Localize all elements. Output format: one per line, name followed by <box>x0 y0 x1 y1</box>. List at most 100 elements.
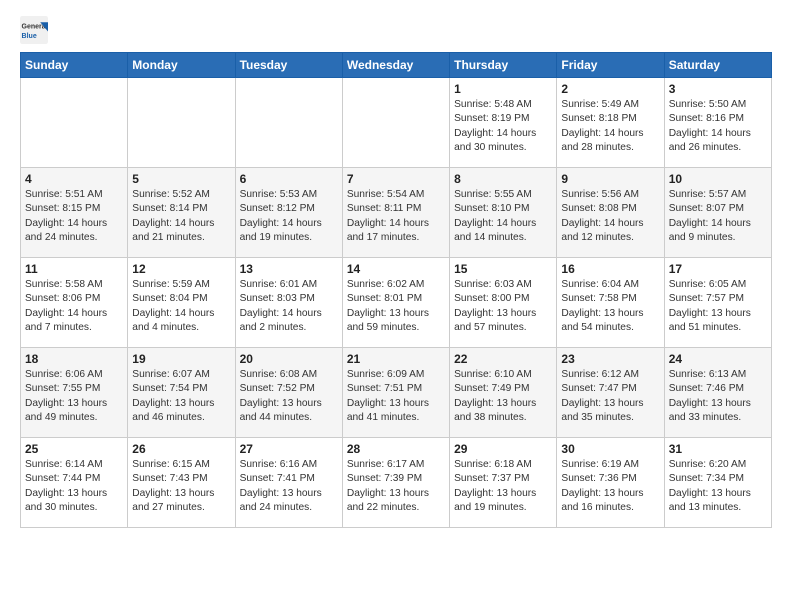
week-row-5: 25 Sunrise: 6:14 AMSunset: 7:44 PMDayligh… <box>21 438 772 528</box>
day-info: Sunrise: 6:09 AMSunset: 7:51 PMDaylight:… <box>347 368 445 425</box>
day-number: 29 <box>454 442 552 456</box>
day-info: Sunrise: 6:06 AMSunset: 7:55 PMDaylight:… <box>25 368 123 425</box>
day-info: Sunrise: 6:03 AMSunset: 8:00 PMDaylight:… <box>454 278 552 335</box>
day-cell: 5 Sunrise: 5:52 AMSunset: 8:14 PMDaylight… <box>128 168 235 258</box>
calendar-table: SundayMondayTuesdayWednesdayThursdayFrid… <box>20 52 772 528</box>
day-number: 11 <box>25 262 123 276</box>
header-row: SundayMondayTuesdayWednesdayThursdayFrid… <box>21 53 772 78</box>
day-info: Sunrise: 5:52 AMSunset: 8:14 PMDaylight:… <box>132 188 230 245</box>
day-cell: 8Sunrise: 5:55 AMSunset: 8:10 PMDaylight… <box>450 168 557 258</box>
header-friday: Friday <box>557 53 664 78</box>
day-number: 28 <box>347 442 445 456</box>
day-cell: 7 Sunrise: 5:54 AMSunset: 8:11 PMDaylight… <box>342 168 449 258</box>
day-info: Sunrise: 6:01 AMSunset: 8:03 PMDaylight:… <box>240 278 338 335</box>
day-info: Sunrise: 6:02 AMSunset: 8:01 PMDaylight:… <box>347 278 445 335</box>
day-info: Sunrise: 6:12 AMSunset: 7:47 PMDaylight:… <box>561 368 659 425</box>
day-info: Sunrise: 6:15 AMSunset: 7:43 PMDaylight:… <box>132 458 230 515</box>
day-info: Sunrise: 5:54 AMSunset: 8:11 PMDaylight:… <box>347 188 445 245</box>
day-number: 16 <box>561 262 659 276</box>
day-number: 7 <box>347 172 445 186</box>
header-wednesday: Wednesday <box>342 53 449 78</box>
day-cell: 1 Sunrise: 5:48 AMSunset: 8:19 PMDaylight… <box>450 78 557 168</box>
day-number: 27 <box>240 442 338 456</box>
day-info: Sunrise: 6:08 AMSunset: 7:52 PMDaylight:… <box>240 368 338 425</box>
day-cell: 4Sunrise: 5:51 AMSunset: 8:15 PMDaylight… <box>21 168 128 258</box>
day-cell: 16 Sunrise: 6:04 AMSunset: 7:58 PMDayligh… <box>557 258 664 348</box>
calendar-header: General Blue <box>20 16 772 44</box>
day-info: Sunrise: 6:07 AMSunset: 7:54 PMDaylight:… <box>132 368 230 425</box>
day-info: Sunrise: 6:19 AMSunset: 7:36 PMDaylight:… <box>561 458 659 515</box>
day-number: 10 <box>669 172 767 186</box>
day-info: Sunrise: 5:57 AMSunset: 8:07 PMDaylight:… <box>669 188 767 245</box>
day-cell: 17Sunrise: 6:05 AMSunset: 7:57 PMDayligh… <box>664 258 771 348</box>
header-monday: Monday <box>128 53 235 78</box>
logo: General Blue <box>20 16 52 44</box>
day-cell <box>128 78 235 168</box>
logo-icon: General Blue <box>20 16 48 44</box>
day-number: 13 <box>240 262 338 276</box>
day-cell <box>235 78 342 168</box>
day-number: 17 <box>669 262 767 276</box>
day-cell: 6Sunrise: 5:53 AMSunset: 8:12 PMDaylight… <box>235 168 342 258</box>
day-info: Sunrise: 5:53 AMSunset: 8:12 PMDaylight:… <box>240 188 338 245</box>
day-number: 14 <box>347 262 445 276</box>
day-number: 30 <box>561 442 659 456</box>
day-cell: 28 Sunrise: 6:17 AMSunset: 7:39 PMDayligh… <box>342 438 449 528</box>
day-number: 5 <box>132 172 230 186</box>
day-cell: 18 Sunrise: 6:06 AMSunset: 7:55 PMDayligh… <box>21 348 128 438</box>
week-row-3: 11 Sunrise: 5:58 AMSunset: 8:06 PMDayligh… <box>21 258 772 348</box>
header-sunday: Sunday <box>21 53 128 78</box>
week-row-1: 1 Sunrise: 5:48 AMSunset: 8:19 PMDaylight… <box>21 78 772 168</box>
day-cell: 31Sunrise: 6:20 AMSunset: 7:34 PMDayligh… <box>664 438 771 528</box>
day-cell: 21 Sunrise: 6:09 AMSunset: 7:51 PMDayligh… <box>342 348 449 438</box>
day-cell: 14 Sunrise: 6:02 AMSunset: 8:01 PMDayligh… <box>342 258 449 348</box>
day-cell <box>21 78 128 168</box>
week-row-4: 18 Sunrise: 6:06 AMSunset: 7:55 PMDayligh… <box>21 348 772 438</box>
day-info: Sunrise: 5:58 AMSunset: 8:06 PMDaylight:… <box>25 278 123 335</box>
day-number: 4 <box>25 172 123 186</box>
day-info: Sunrise: 6:10 AMSunset: 7:49 PMDaylight:… <box>454 368 552 425</box>
day-cell: 12Sunrise: 5:59 AMSunset: 8:04 PMDayligh… <box>128 258 235 348</box>
day-cell: 20 Sunrise: 6:08 AMSunset: 7:52 PMDayligh… <box>235 348 342 438</box>
day-number: 24 <box>669 352 767 366</box>
day-cell: 9 Sunrise: 5:56 AMSunset: 8:08 PMDaylight… <box>557 168 664 258</box>
day-cell: 30 Sunrise: 6:19 AMSunset: 7:36 PMDayligh… <box>557 438 664 528</box>
day-number: 25 <box>25 442 123 456</box>
day-number: 18 <box>25 352 123 366</box>
day-number: 26 <box>132 442 230 456</box>
day-info: Sunrise: 5:56 AMSunset: 8:08 PMDaylight:… <box>561 188 659 245</box>
day-cell: 25 Sunrise: 6:14 AMSunset: 7:44 PMDayligh… <box>21 438 128 528</box>
day-number: 1 <box>454 82 552 96</box>
day-cell: 29 Sunrise: 6:18 AMSunset: 7:37 PMDayligh… <box>450 438 557 528</box>
day-cell: 10 Sunrise: 5:57 AMSunset: 8:07 PMDayligh… <box>664 168 771 258</box>
day-cell <box>342 78 449 168</box>
svg-text:Blue: Blue <box>22 33 37 40</box>
header-tuesday: Tuesday <box>235 53 342 78</box>
day-info: Sunrise: 6:14 AMSunset: 7:44 PMDaylight:… <box>25 458 123 515</box>
day-cell: 15 Sunrise: 6:03 AMSunset: 8:00 PMDayligh… <box>450 258 557 348</box>
day-number: 19 <box>132 352 230 366</box>
week-row-2: 4Sunrise: 5:51 AMSunset: 8:15 PMDaylight… <box>21 168 772 258</box>
day-number: 23 <box>561 352 659 366</box>
day-cell: 26 Sunrise: 6:15 AMSunset: 7:43 PMDayligh… <box>128 438 235 528</box>
day-cell: 13 Sunrise: 6:01 AMSunset: 8:03 PMDayligh… <box>235 258 342 348</box>
day-number: 9 <box>561 172 659 186</box>
day-number: 8 <box>454 172 552 186</box>
day-info: Sunrise: 6:16 AMSunset: 7:41 PMDaylight:… <box>240 458 338 515</box>
day-number: 15 <box>454 262 552 276</box>
day-number: 12 <box>132 262 230 276</box>
day-number: 21 <box>347 352 445 366</box>
day-info: Sunrise: 6:18 AMSunset: 7:37 PMDaylight:… <box>454 458 552 515</box>
day-number: 20 <box>240 352 338 366</box>
day-info: Sunrise: 5:50 AMSunset: 8:16 PMDaylight:… <box>669 98 767 155</box>
day-info: Sunrise: 6:20 AMSunset: 7:34 PMDaylight:… <box>669 458 767 515</box>
day-info: Sunrise: 6:13 AMSunset: 7:46 PMDaylight:… <box>669 368 767 425</box>
day-cell: 27 Sunrise: 6:16 AMSunset: 7:41 PMDayligh… <box>235 438 342 528</box>
day-number: 2 <box>561 82 659 96</box>
day-info: Sunrise: 6:04 AMSunset: 7:58 PMDaylight:… <box>561 278 659 335</box>
day-info: Sunrise: 5:48 AMSunset: 8:19 PMDaylight:… <box>454 98 552 155</box>
day-info: Sunrise: 6:17 AMSunset: 7:39 PMDaylight:… <box>347 458 445 515</box>
day-cell: 24 Sunrise: 6:13 AMSunset: 7:46 PMDayligh… <box>664 348 771 438</box>
day-cell: 3Sunrise: 5:50 AMSunset: 8:16 PMDaylight… <box>664 78 771 168</box>
header-thursday: Thursday <box>450 53 557 78</box>
